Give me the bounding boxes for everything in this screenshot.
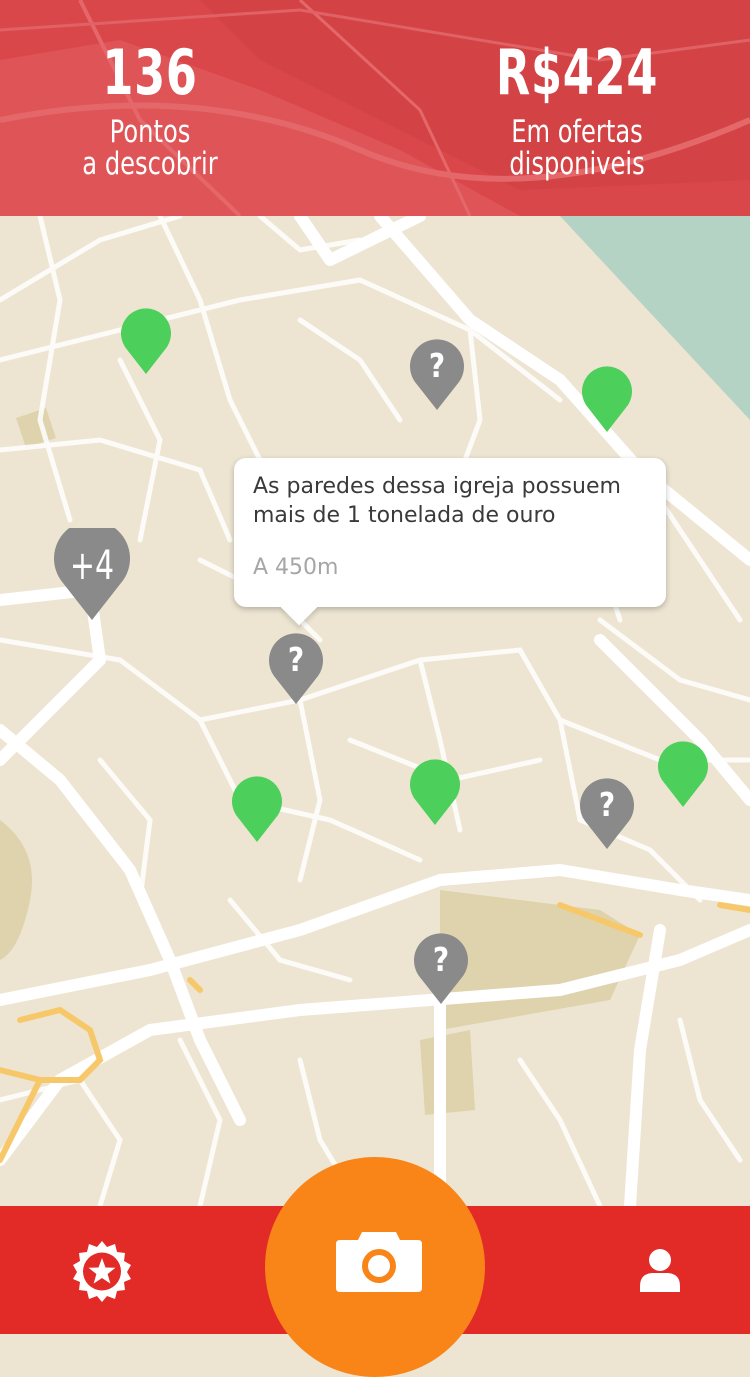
location-tooltip[interactable]: As paredes dessa igreja possuem mais de … [234,458,666,607]
points-count: 136 [102,36,198,109]
offers-label-line1: Em ofertas [511,114,643,150]
map-view[interactable]: ? ? ? ? +4 [0,216,750,1206]
found-location-pin[interactable] [405,755,465,829]
user-icon[interactable] [640,1248,680,1292]
unknown-location-pin[interactable]: ? [407,338,467,412]
star-badge-icon[interactable] [70,1239,134,1303]
unknown-location-pin[interactable]: ? [577,777,637,851]
stats-header: 136 Pontos a descobrir R$424 Em ofertas … [0,0,750,216]
tooltip-description: As paredes dessa igreja possuem mais de … [253,474,621,528]
offers-amount: R$424 [495,36,659,109]
offers-label-line2: disponiveis [509,146,645,182]
camera-icon [336,1232,422,1292]
question-mark-icon: ? [428,346,446,385]
found-location-pin[interactable] [227,772,287,846]
cluster-count: +4 [69,543,115,589]
question-mark-icon: ? [432,940,450,979]
question-mark-icon: ? [287,640,305,679]
unknown-location-pin[interactable]: ? [266,632,326,706]
points-stat: 136 Pontos a descobrir [0,30,300,180]
unknown-location-pin[interactable]: ? [411,932,471,1006]
found-location-pin[interactable] [653,737,713,811]
question-mark-icon: ? [598,785,616,824]
found-location-pin[interactable] [116,304,176,378]
camera-button[interactable] [265,1157,485,1377]
points-label-line2: a descobrir [82,146,218,182]
cluster-pin[interactable]: +4 [52,528,132,622]
map-background [0,216,750,1206]
tooltip-distance: A 450m [253,555,339,580]
offers-stat: R$424 Em ofertas disponiveis [427,30,727,180]
found-location-pin[interactable] [577,362,637,436]
points-label-line1: Pontos [109,114,191,150]
